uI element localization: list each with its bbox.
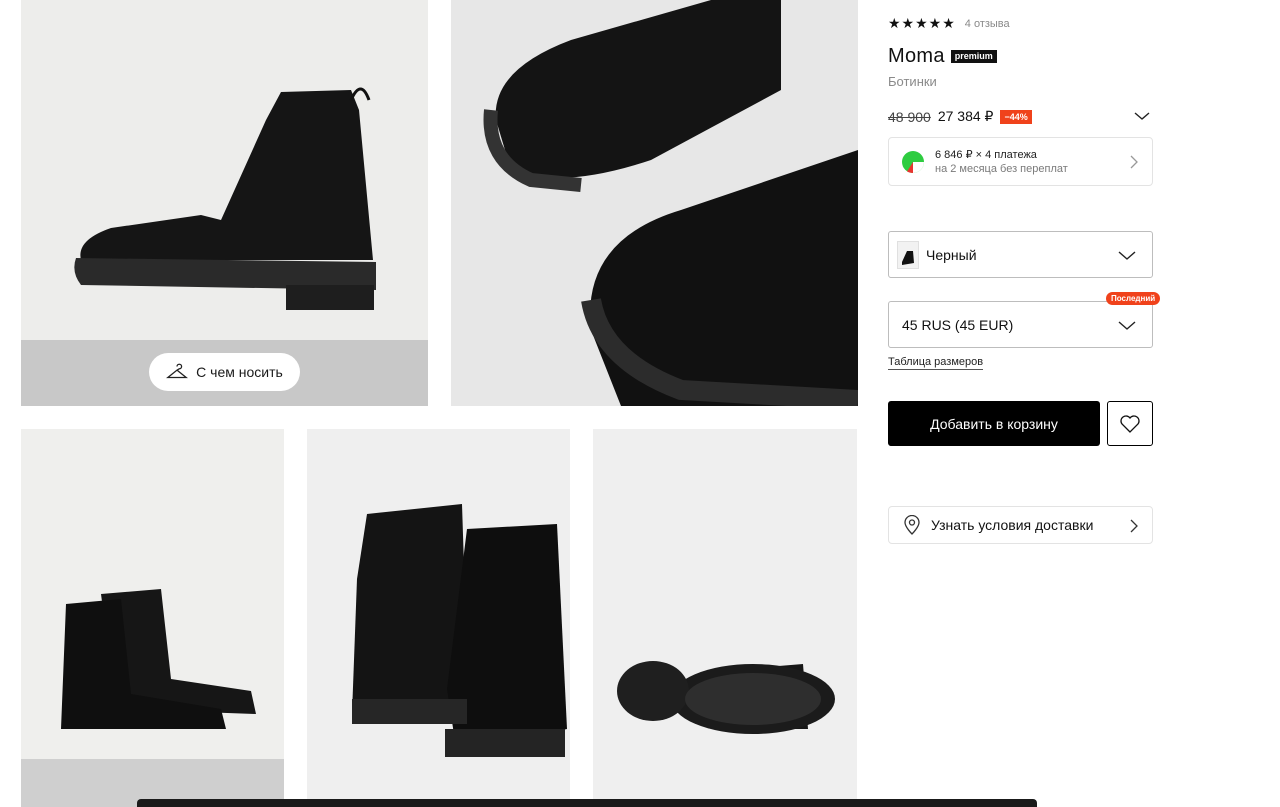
product-photo-sole[interactable] <box>593 429 857 807</box>
installment-offer[interactable]: 6 846 ₽ × 4 платежа на 2 месяца без пере… <box>888 137 1153 186</box>
chevron-down-icon <box>1118 321 1136 330</box>
current-price: 27 384 ₽ <box>937 108 994 124</box>
chevron-right-icon <box>1130 519 1138 533</box>
size-table-link[interactable]: Таблица размеров <box>888 356 984 370</box>
last-item-badge: Последний <box>1106 292 1161 305</box>
location-pin-icon <box>904 515 920 535</box>
chevron-right-icon <box>1130 155 1138 169</box>
installment-sub: на 2 месяца без переплат <box>935 163 1068 175</box>
product-category: Ботинки <box>888 74 937 89</box>
size-select-value: 45 RUS (45 EUR) <box>902 316 1014 333</box>
product-photo-pair-back[interactable] <box>307 429 570 807</box>
hanger-icon <box>166 363 189 379</box>
rating-stars: ★★★★★ <box>888 15 956 31</box>
discount-badge: −44% <box>1000 109 1032 124</box>
brand-name[interactable]: Moma <box>888 45 945 68</box>
product-photo-side[interactable] <box>21 0 428 406</box>
product-rating[interactable]: ★★★★★ 4 отзыва <box>888 15 1010 32</box>
color-select[interactable]: Черный <box>888 231 1153 278</box>
bottom-overlay-bar <box>137 799 1037 807</box>
reviews-count[interactable]: 4 отзыва <box>965 18 1010 30</box>
size-select[interactable]: 45 RUS (45 EUR) <box>888 301 1153 348</box>
product-page: С чем носить ★★★★★ 4 отзыва Moma premium… <box>0 0 1280 807</box>
brand-row: Moma premium <box>888 45 997 68</box>
split-payment-icon <box>902 150 924 173</box>
price-row: 48 900 27 384 ₽ −44% <box>888 108 1153 125</box>
favorite-button[interactable] <box>1107 401 1153 446</box>
product-photo-closeup[interactable] <box>451 0 858 406</box>
delivery-label: Узнать условия доставки <box>931 517 1094 533</box>
chevron-down-icon <box>1118 251 1136 260</box>
chevron-down-icon[interactable] <box>1133 110 1151 122</box>
add-to-cart-button[interactable]: Добавить в корзину <box>888 401 1100 446</box>
what-to-wear-label: С чем носить <box>196 364 283 380</box>
what-to-wear-button[interactable]: С чем носить <box>149 353 300 391</box>
installment-main: 6 846 ₽ × 4 платежа <box>935 149 1037 161</box>
delivery-conditions[interactable]: Узнать условия доставки <box>888 506 1153 544</box>
color-swatch-thumbnail <box>897 240 919 269</box>
product-photo-pair-front[interactable] <box>21 429 284 807</box>
premium-badge: premium <box>950 50 997 63</box>
heart-icon <box>1120 414 1140 433</box>
old-price: 48 900 <box>888 108 931 125</box>
color-select-value: Черный <box>926 246 977 263</box>
